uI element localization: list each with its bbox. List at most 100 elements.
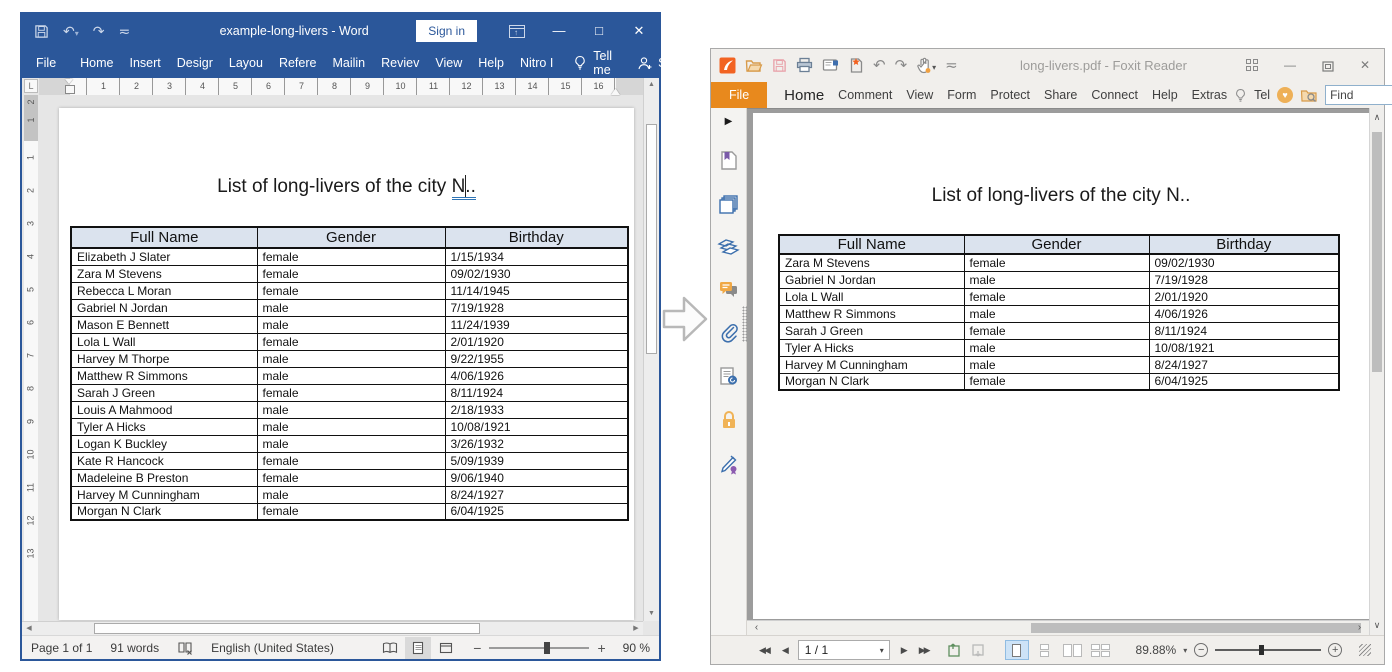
undo-icon[interactable]: ↶ [873,58,886,73]
sign-in-button[interactable]: Sign in [416,20,477,42]
minimize-button[interactable]: — [539,14,579,48]
tab-references[interactable]: Refere [271,48,325,78]
undo-icon[interactable]: ↶▾ [63,24,79,38]
word-page[interactable]: List of long-livers of the city N.. Full… [59,108,634,620]
next-view-button[interactable] [970,642,986,658]
ribbon-display-options-icon[interactable] [509,25,525,38]
horizontal-scroll-thumb[interactable] [1031,623,1361,633]
tab-home[interactable]: Home [72,48,121,78]
last-page-button[interactable]: ▶▶ [917,645,931,656]
indent-marker-left[interactable] [65,79,74,94]
pdf-page[interactable]: List of long-livers of the city N.. Full… [753,113,1369,619]
scroll-left-icon[interactable]: ‹ [749,621,764,635]
minimize-button[interactable]: — [1284,59,1296,71]
lightbulb-icon[interactable] [1234,87,1247,102]
single-page-layout-button[interactable] [1005,640,1029,660]
menu-protect[interactable]: Protect [983,88,1037,102]
create-pdf-icon[interactable] [849,57,864,75]
customize-quick-access-icon[interactable]: ≂ [118,24,130,38]
zoom-slider[interactable] [489,647,589,649]
tab-review[interactable]: Reviev [373,48,427,78]
word-data-table[interactable]: Full NameGenderBirthday Elizabeth J Slat… [70,226,629,521]
menu-comment[interactable]: Comment [831,88,899,102]
page-dropdown-icon[interactable]: ▾ [875,646,889,655]
proofing-status-icon[interactable] [168,640,202,655]
maximize-button[interactable]: □ [579,14,619,48]
scroll-right-icon[interactable]: › [1352,621,1367,635]
menu-extras[interactable]: Extras [1185,88,1234,102]
tell-me-label[interactable]: Tel [1254,88,1270,102]
vertical-ruler[interactable]: 21 12345678910111213 [24,95,38,621]
scroll-right-icon[interactable]: ▶ [629,622,643,635]
digital-signatures-panel-icon[interactable] [719,366,739,387]
hand-tool-icon[interactable]: ▾ [916,57,936,75]
heart-icon[interactable]: ♥ [1277,87,1293,103]
first-page-button[interactable]: ◀◀ [757,645,771,656]
page-count-label[interactable]: Page 1 of 1 [22,641,101,655]
zoom-in-button[interactable]: + [1328,643,1342,657]
zoom-slider-thumb[interactable] [1259,645,1264,655]
attachments-panel-icon[interactable] [720,322,738,343]
menu-share[interactable]: Share [1037,88,1084,102]
foxit-logo-icon[interactable] [719,57,736,75]
menu-help[interactable]: Help [1145,88,1185,102]
tab-nitro[interactable]: Nitro I [512,48,561,78]
indent-marker-right[interactable] [611,87,620,95]
zoom-percent-label[interactable]: 89.88% [1136,643,1177,657]
close-button[interactable]: ✕ [1360,59,1370,71]
tab-view[interactable]: View [427,48,470,78]
zoom-percent-label[interactable]: 90 % [614,641,659,655]
zoom-in-icon[interactable]: + [597,640,605,656]
zoom-slider-thumb[interactable] [544,642,550,654]
security-panel-icon[interactable] [720,410,738,431]
find-input[interactable] [1325,85,1392,105]
redo-icon[interactable]: ↷ [895,58,908,73]
previous-page-button[interactable]: ◀ [780,645,789,656]
redo-icon[interactable]: ↷ [93,24,105,38]
zoom-slider[interactable] [1215,649,1321,651]
print-icon[interactable] [796,57,813,75]
tab-stop-selector[interactable]: L [24,79,38,93]
zoom-out-icon[interactable]: − [473,640,481,656]
scroll-down-icon[interactable]: ▼ [644,607,659,621]
horizontal-scroll-thumb[interactable] [94,623,480,634]
print-layout-button[interactable] [405,637,431,659]
resize-grip[interactable] [1359,644,1371,656]
tab-mailings[interactable]: Mailin [324,48,373,78]
menu-form[interactable]: Form [940,88,983,102]
foxit-horizontal-scrollbar[interactable]: ‹ › [747,620,1369,635]
continuous-facing-layout-button[interactable] [1089,640,1113,660]
customize-toolbar-icon[interactable]: ≂ [945,58,958,73]
word-count-label[interactable]: 91 words [101,641,168,655]
tab-design[interactable]: Desigr [169,48,221,78]
word-horizontal-scrollbar[interactable]: ◀ ▶ [22,621,643,635]
scroll-up-icon[interactable]: ▲ [644,78,659,92]
menu-connect[interactable]: Connect [1084,88,1145,102]
tab-file[interactable]: File [22,48,72,78]
open-file-icon[interactable] [745,57,763,75]
word-vertical-scrollbar[interactable]: ▲ ▼ [643,78,659,621]
save-icon[interactable] [34,23,49,39]
layers-panel-icon[interactable] [717,238,740,257]
search-folder-icon[interactable] [1300,87,1318,102]
vertical-scroll-thumb[interactable] [646,124,657,354]
sign-panel-icon[interactable] [719,454,739,475]
page-number-box[interactable]: 1 / 1 ▾ [798,640,890,660]
tab-help[interactable]: Help [470,48,512,78]
next-page-button[interactable]: ▶ [899,645,908,656]
bookmarks-panel-icon[interactable] [719,150,738,171]
page-number-value[interactable]: 1 / 1 [799,643,875,657]
foxit-vertical-scrollbar[interactable]: ∧ ∨ [1369,108,1384,635]
tab-layout[interactable]: Layou [221,48,271,78]
menu-view[interactable]: View [899,88,940,102]
continuous-layout-button[interactable] [1033,640,1057,660]
zoom-out-button[interactable]: − [1194,643,1208,657]
menu-home[interactable]: Home [777,87,831,104]
zoom-dropdown-icon[interactable]: ▾ [1183,646,1187,655]
restore-layout-grid-icon[interactable] [1246,59,1258,71]
save-icon[interactable] [772,57,787,75]
scroll-up-icon[interactable]: ∧ [1370,110,1384,125]
share-button[interactable]: Share [624,55,703,70]
vertical-scroll-thumb[interactable] [1372,132,1382,372]
previous-view-button[interactable] [946,642,962,658]
